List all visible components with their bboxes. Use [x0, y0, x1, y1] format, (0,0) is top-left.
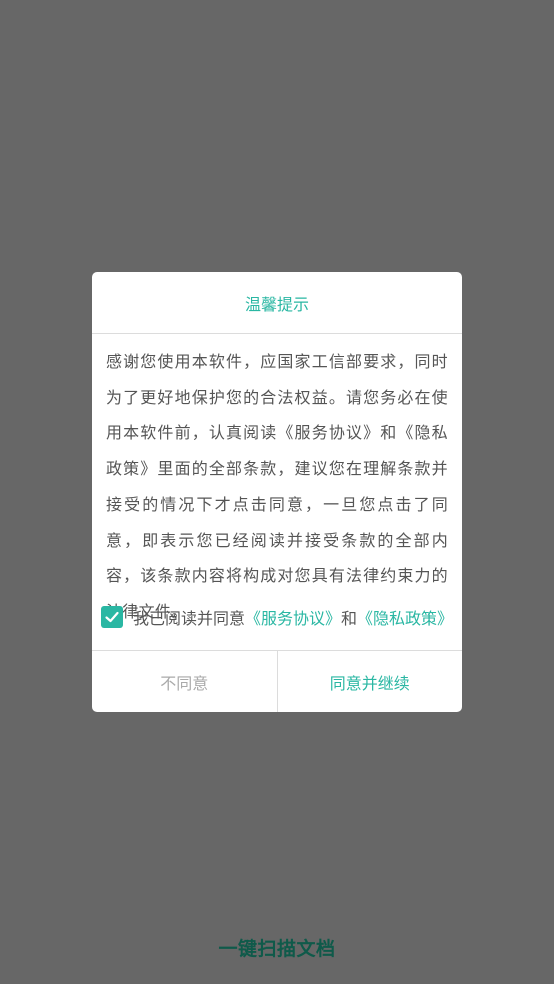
app-title: 一键扫描文档: [218, 938, 336, 960]
dialog-footer: 不同意 同意并继续: [92, 650, 462, 712]
agreement-row: 我已阅读并同意 《服务协议》 和 《隐私政策》: [101, 605, 453, 629]
privacy-dialog: 温馨提示 感谢您使用本软件，应国家工信部要求，同时为了更好地保护您的合法权益。请…: [92, 272, 462, 712]
service-agreement-link[interactable]: 《服务协议》: [245, 605, 341, 629]
disagree-button[interactable]: 不同意: [92, 651, 278, 712]
agreement-prefix: 我已阅读并同意: [133, 609, 246, 628]
dialog-title: 温馨提示: [92, 272, 462, 334]
dialog-body-text: 感谢您使用本软件，应国家工信部要求，同时为了更好地保护您的合法权益。请您务必在使…: [106, 352, 448, 621]
privacy-policy-link[interactable]: 《隐私政策》: [357, 605, 453, 629]
agree-continue-button[interactable]: 同意并继续: [278, 651, 463, 712]
checkmark-icon: [105, 611, 119, 623]
agreement-connector: 和: [341, 609, 358, 628]
agreement-checkbox[interactable]: [101, 606, 123, 628]
